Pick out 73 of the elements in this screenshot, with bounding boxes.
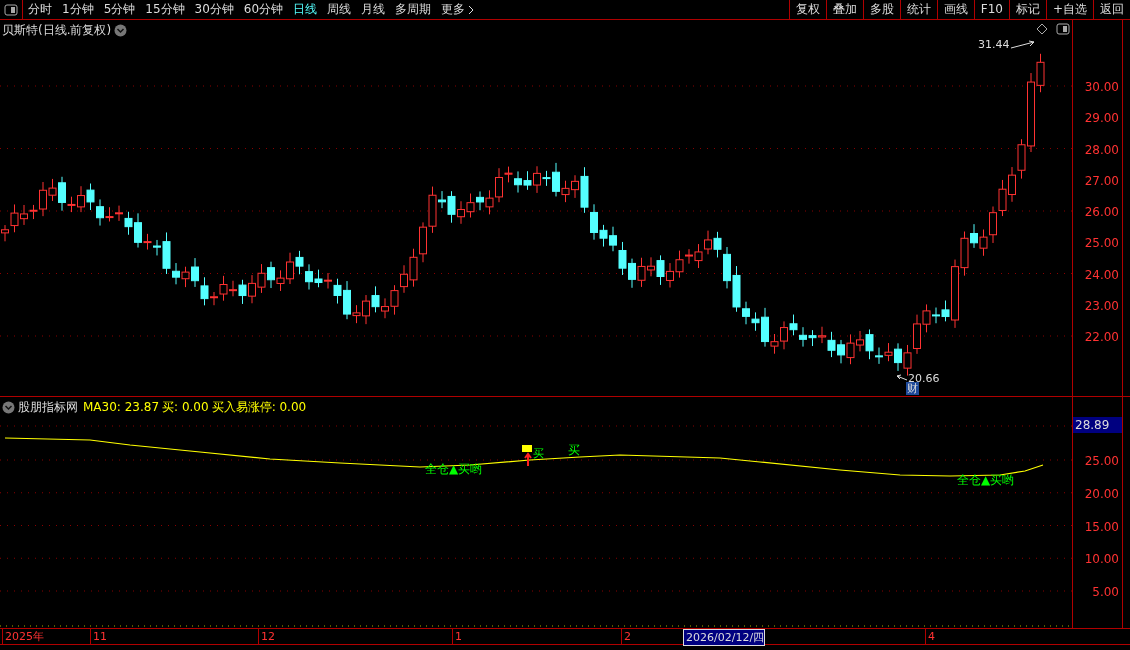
more-button[interactable]: 更多 xyxy=(436,0,480,19)
price-tick-label: 22.00 xyxy=(1084,329,1119,346)
diamond-icon[interactable] xyxy=(1037,23,1048,35)
value-tick-label: 10.00 xyxy=(1084,551,1119,569)
date-label: 12 xyxy=(258,629,275,644)
period-tab[interactable]: 分时 xyxy=(23,0,57,19)
price-tick-label: 24.00 xyxy=(1084,266,1119,284)
toolbar-button[interactable]: 标记 xyxy=(1008,0,1046,19)
toolbar-button[interactable]: 返回 xyxy=(1093,0,1130,19)
date-label: 2 xyxy=(621,629,631,644)
toolbar-button[interactable]: 多股 xyxy=(862,0,900,19)
panel-toggle-icon[interactable] xyxy=(4,4,18,16)
period-tab[interactable]: 日线 xyxy=(288,0,323,19)
candle xyxy=(998,179,1007,217)
toolbar-button[interactable]: 画线 xyxy=(936,0,974,19)
event-marker[interactable]: 财 xyxy=(906,382,919,395)
chevron-icon xyxy=(468,4,475,15)
value-tick-label: 15.00 xyxy=(1084,518,1119,536)
toolbar-button[interactable]: +自选 xyxy=(1045,0,1093,19)
date-label: 4 xyxy=(925,629,935,644)
candle xyxy=(979,229,988,257)
price-tick-label: 30.00 xyxy=(1084,79,1119,96)
date-label: 2025年 xyxy=(2,629,44,644)
period-tab[interactable]: 周线 xyxy=(322,0,357,19)
period-tab[interactable]: 月线 xyxy=(356,0,391,19)
toolbar-button[interactable]: 复权 xyxy=(788,0,826,19)
candle xyxy=(789,314,798,336)
period-tab[interactable]: 30分钟 xyxy=(189,0,239,19)
candle xyxy=(295,250,304,275)
date-label: 1 xyxy=(452,629,462,644)
toolbar-button[interactable]: 统计 xyxy=(899,0,937,19)
dropdown-icon[interactable] xyxy=(114,23,128,37)
candle xyxy=(181,266,190,288)
signal-label: 买 xyxy=(568,442,580,459)
signal-label: 全仓▲买哟 xyxy=(957,472,1015,489)
period-tab[interactable]: 5分钟 xyxy=(98,0,141,19)
price-tick-label: 25.00 xyxy=(1084,235,1119,253)
value-tick-label: 25.00 xyxy=(1084,453,1119,470)
candle xyxy=(466,193,475,218)
period-tab[interactable]: 60分钟 xyxy=(238,0,289,19)
dropdown-icon[interactable] xyxy=(2,400,15,414)
panel-toggle-icon[interactable] xyxy=(1056,23,1070,35)
period-tab[interactable]: 多周期 xyxy=(390,0,437,19)
period-tab[interactable]: 1分钟 xyxy=(57,0,99,19)
current-value-label: 28.89 xyxy=(1073,417,1122,433)
indicator-name: 股朋指标网 xyxy=(18,399,78,416)
date-label: 11 xyxy=(90,629,107,644)
indicator-readout: 买: 0.00 xyxy=(162,399,209,416)
candle xyxy=(409,248,418,288)
period-tab[interactable]: 15分钟 xyxy=(140,0,190,19)
value-tick-label: 5.00 xyxy=(1092,584,1119,601)
signal-label: 买 xyxy=(533,446,544,462)
candle xyxy=(257,263,266,294)
candle xyxy=(618,241,627,276)
arrow-icon xyxy=(1009,40,1036,51)
candle xyxy=(485,189,494,215)
candle xyxy=(523,170,532,191)
indicator-readout: MA30: 23.87 xyxy=(83,399,160,416)
price-tick-label: 26.00 xyxy=(1084,204,1119,221)
price-tick-label: 28.00 xyxy=(1084,141,1119,159)
toolbar-button[interactable]: F10 xyxy=(973,0,1009,19)
candle xyxy=(808,329,817,347)
candle xyxy=(371,285,380,313)
high-price-label: 31.44 xyxy=(978,37,1010,53)
price-tick-label: 29.00 xyxy=(1084,110,1119,128)
toolbar-button[interactable]: 叠加 xyxy=(825,0,863,19)
indicator-readout: 买入易涨停: 0.00 xyxy=(211,399,307,416)
price-tick-label: 27.00 xyxy=(1084,172,1119,190)
date-label: 2026/02/12/四 xyxy=(683,629,766,646)
candle xyxy=(86,183,95,211)
chart-title: 贝斯特(日线.前复权) xyxy=(2,22,112,39)
value-tick-label: 20.00 xyxy=(1084,485,1119,503)
price-tick-label: 23.00 xyxy=(1084,297,1119,315)
